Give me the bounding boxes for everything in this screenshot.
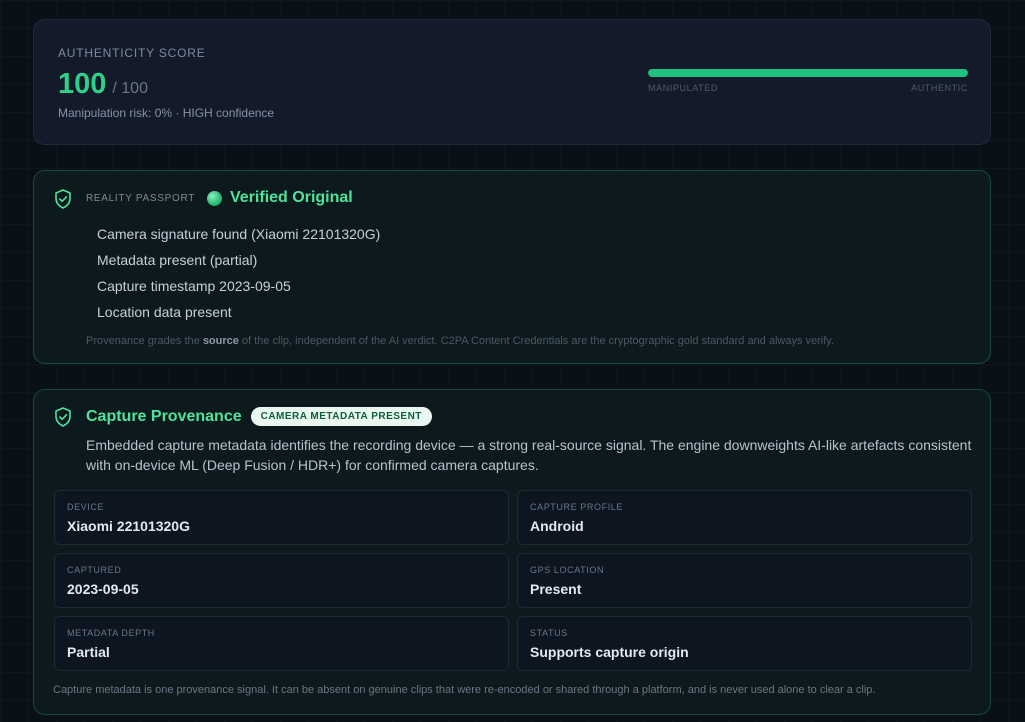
field-label: CAPTURED (67, 565, 122, 575)
reality-passport-card: REALITY PASSPORT Verified Original Camer… (33, 170, 991, 364)
note-text: Provenance grades the (86, 335, 203, 347)
score-meter-labels: MANIPULATED AUTHENTIC (648, 83, 968, 93)
field-label: GPS LOCATION (530, 565, 605, 575)
status-badge: CAMERA METADATA PRESENT (250, 407, 432, 426)
field-label: METADATA DEPTH (67, 628, 155, 638)
score-max: / 100 (112, 80, 148, 97)
field-label: STATUS (530, 628, 568, 638)
passport-title: Verified Original (230, 189, 353, 206)
field-value: Partial (67, 644, 110, 660)
list-item: Capture timestamp 2023-09-05 (97, 278, 291, 294)
verified-orb-icon (207, 190, 223, 206)
field-metadata-depth: METADATA DEPTH Partial (54, 616, 509, 671)
field-label: DEVICE (67, 502, 105, 512)
meter-right-label: AUTHENTIC (911, 83, 968, 93)
score-meter-track (648, 69, 968, 77)
provenance-fields-grid: DEVICE Xiaomi 22101320G CAPTURE PROFILE … (54, 490, 972, 671)
field-status: STATUS Supports capture origin (517, 616, 972, 671)
passport-header: REALITY PASSPORT Verified Original (54, 189, 353, 209)
shield-check-icon (55, 407, 71, 427)
provenance-footer: Capture metadata is one provenance signa… (53, 684, 876, 696)
note-text: of the clip, independent of the AI verdi… (238, 335, 835, 347)
shield-check-icon (55, 189, 71, 209)
note-bold-text: source (202, 335, 239, 347)
provenance-header: Capture Provenance CAMERA METADATA PRESE… (54, 407, 432, 427)
field-capture-profile: CAPTURE PROFILE Android (517, 490, 972, 545)
list-item: Location data present (97, 304, 232, 320)
field-gps-location: GPS LOCATION Present (517, 553, 972, 608)
field-device: DEVICE Xiaomi 22101320G (54, 490, 509, 545)
provenance-description: Embedded capture metadata identifies the… (86, 437, 972, 473)
list-item: Metadata present (partial) (97, 252, 258, 268)
field-value: Present (530, 581, 582, 597)
capture-provenance-card: Capture Provenance CAMERA METADATA PRESE… (33, 389, 991, 715)
score-subtitle: Manipulation risk: 0% · HIGH confidence (58, 106, 275, 120)
field-captured: CAPTURED 2023-09-05 (54, 553, 509, 608)
provenance-title: Capture Provenance (86, 407, 242, 425)
score-meter-fill (648, 69, 968, 77)
field-value: Xiaomi 22101320G (67, 518, 190, 534)
passport-signal-list: Camera signature found (Xiaomi 22101320G… (97, 224, 380, 328)
meter-left-label: MANIPULATED (648, 83, 718, 93)
passport-kicker: REALITY PASSPORT (86, 192, 196, 204)
field-value: Android (530, 518, 584, 534)
field-label: CAPTURE PROFILE (530, 502, 624, 512)
score-label: AUTHENTICITY SCORE (58, 46, 206, 60)
list-item: Camera signature found (Xiaomi 22101320G… (97, 226, 381, 242)
field-value: Supports capture origin (530, 644, 689, 660)
score-meter: MANIPULATED AUTHENTIC (648, 69, 968, 93)
score-value-group: 100 / 100 (58, 68, 148, 101)
authenticity-score-card: AUTHENTICITY SCORE 100 / 100 Manipulatio… (33, 19, 991, 145)
field-value: 2023-09-05 (67, 581, 139, 597)
passport-note: Provenance grades the source of the clip… (86, 335, 834, 347)
score-number: 100 (58, 68, 107, 100)
